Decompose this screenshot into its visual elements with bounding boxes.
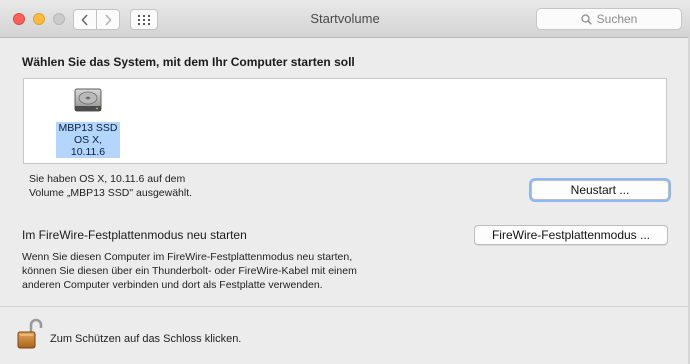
search-icon — [580, 13, 592, 25]
hard-drive-icon — [74, 88, 102, 112]
restart-button[interactable]: Neustart ... — [531, 180, 669, 200]
lock-button[interactable] — [17, 318, 43, 355]
firewire-mode-button[interactable]: FireWire-Festplattenmodus ... — [474, 225, 668, 245]
startup-disk-item[interactable]: MBP13 SSD OS X, 10.11.6 — [56, 85, 120, 160]
selection-info-line: Volume „MBP13 SSD" ausgewählt. — [29, 187, 193, 199]
selection-info: Sie haben OS X, 10.11.6 auf dem Volume „… — [29, 172, 309, 200]
divider — [0, 306, 690, 307]
firewire-description-line: anderen Computer verbinden und dort als … — [22, 279, 323, 291]
disk-os-version: OS X, 10.11.6 — [70, 134, 106, 158]
search-placeholder: Suchen — [596, 12, 638, 26]
selection-info-line: Sie haben OS X, 10.11.6 auf dem — [29, 173, 186, 185]
firewire-description-line: Wenn Sie diesen Computer im FireWire-Fes… — [22, 251, 353, 263]
title-bar: Startvolume Suchen — [0, 0, 690, 38]
page-heading: Wählen Sie das System, mit dem Ihr Compu… — [22, 55, 355, 69]
disk-label: MBP13 SSD OS X, 10.11.6 — [56, 122, 120, 158]
firewire-heading: Im FireWire-Festplattenmodus neu starten — [22, 228, 247, 242]
startup-disk-list: MBP13 SSD OS X, 10.11.6 — [23, 78, 667, 164]
lock-hint: Zum Schützen auf das Schloss klicken. — [50, 333, 242, 345]
open-lock-icon — [17, 318, 43, 349]
firewire-description: Wenn Sie diesen Computer im FireWire-Fes… — [22, 250, 402, 292]
disk-name: MBP13 SSD — [58, 122, 118, 134]
search-field[interactable]: Suchen — [536, 8, 682, 30]
firewire-description-line: können Sie diesen über ein Thunderbolt- … — [22, 265, 357, 277]
